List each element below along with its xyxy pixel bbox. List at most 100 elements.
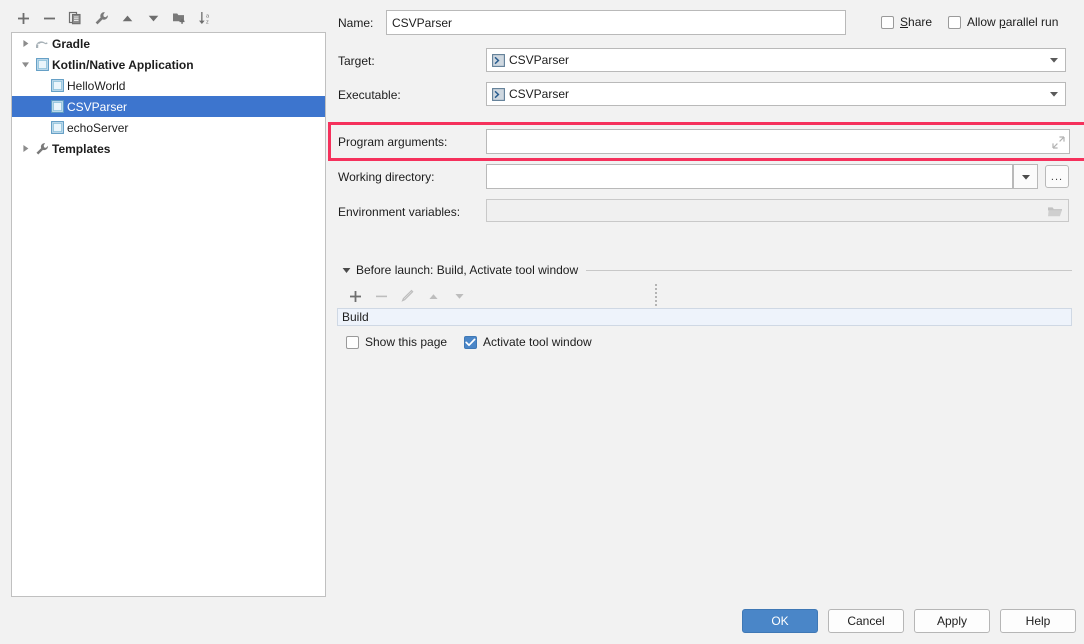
configurations-tree[interactable]: Gradle Kotlin/Native Application HelloWorl… (11, 32, 326, 597)
edit-templates-button[interactable] (88, 7, 114, 29)
working-directory-browse-button[interactable]: ... (1045, 165, 1069, 188)
tree-item-label: echoServer (67, 120, 129, 135)
console-icon (48, 79, 66, 92)
tree-item-kotlin-native-application[interactable]: Kotlin/Native Application (12, 54, 325, 75)
add-task-button[interactable] (342, 285, 368, 307)
copy-configuration-button[interactable] (62, 7, 88, 29)
executable-label: Executable: (338, 88, 401, 102)
environment-variables-label: Environment variables: (338, 205, 461, 219)
working-directory-dropdown-button[interactable] (1013, 164, 1038, 189)
before-launch-toolbar (342, 285, 472, 307)
add-configuration-button[interactable] (10, 7, 36, 29)
plus-icon (17, 12, 29, 24)
arrow-up-icon (122, 15, 132, 21)
dialog-button-bar: OK Cancel Apply Help (742, 609, 1076, 633)
environment-variables-input[interactable] (486, 199, 1069, 222)
chevron-right-icon (22, 40, 28, 47)
remove-configuration-button[interactable] (36, 7, 62, 29)
console-icon (35, 58, 49, 71)
svg-text:z: z (206, 20, 209, 25)
environment-variables-browse-button[interactable] (1046, 203, 1064, 219)
cancel-button[interactable]: Cancel (828, 609, 904, 633)
share-checkbox[interactable]: Share (881, 15, 932, 29)
console-icon (48, 121, 66, 134)
tree-item-echoserver[interactable]: echoServer (12, 117, 325, 138)
target-combobox[interactable]: CSVParser (486, 48, 1066, 72)
console-icon (50, 121, 64, 134)
sort-configurations-button[interactable]: a z (192, 7, 218, 29)
folder-icon (1048, 206, 1062, 216)
chevron-down-icon (1021, 174, 1030, 180)
console-icon (50, 100, 64, 113)
console-icon (50, 79, 64, 92)
program-arguments-expand-button[interactable] (1050, 134, 1066, 150)
before-launch-title: Before launch: Build, Activate tool wind… (356, 263, 579, 277)
show-this-page-checkbox[interactable]: Show this page (346, 335, 447, 349)
move-down-button[interactable] (140, 7, 166, 29)
arrow-down-icon (454, 293, 464, 299)
ok-button[interactable]: OK (742, 609, 818, 633)
activate-tool-window-checkbox-box[interactable] (464, 335, 477, 349)
program-arguments-label: Program arguments: (338, 135, 448, 149)
task-down-button (446, 285, 472, 307)
configurations-toolbar: a z (10, 7, 320, 29)
before-launch-separator (586, 269, 1072, 271)
allow-parallel-run-checkbox-box[interactable] (948, 15, 961, 29)
working-directory-input[interactable] (486, 164, 1013, 189)
tree-item-csvparser[interactable]: CSVParser (12, 96, 325, 117)
target-label: Target: (338, 54, 375, 68)
show-this-page-label: Show this page (365, 335, 448, 349)
apply-button[interactable]: Apply (914, 609, 990, 633)
console-icon (492, 87, 505, 101)
tree-item-templates[interactable]: Templates (12, 138, 325, 159)
tree-item-gradle[interactable]: Gradle (12, 33, 325, 54)
help-button[interactable]: Help (1000, 609, 1076, 633)
allow-parallel-run-checkbox[interactable]: Allow parallel run (948, 15, 1058, 29)
pencil-icon (401, 289, 414, 302)
tree-item-label: CSVParser (67, 99, 128, 114)
svg-text:a: a (206, 13, 210, 19)
name-label: Name: (338, 16, 374, 30)
plus-icon (349, 290, 361, 302)
move-up-button[interactable] (114, 7, 140, 29)
tree-expander[interactable] (18, 61, 33, 69)
tree-item-label: Gradle (52, 36, 91, 51)
console-icon (48, 100, 66, 113)
chevron-down-icon (1050, 92, 1058, 97)
chevron-down-icon (1050, 58, 1058, 63)
move-into-folder-button[interactable] (166, 7, 192, 29)
copy-icon (68, 11, 81, 25)
activate-tool-window-checkbox[interactable]: Activate tool window (464, 335, 592, 349)
executable-dropdown-arrow[interactable] (1043, 90, 1065, 98)
tree-expander[interactable] (18, 144, 33, 153)
wrench-icon (36, 142, 48, 155)
executable-combobox[interactable]: CSVParser (486, 82, 1066, 106)
checkmark-icon (465, 338, 476, 346)
tree-expander[interactable] (18, 39, 33, 48)
share-label: Share (900, 15, 933, 29)
console-icon (33, 58, 51, 71)
arrow-up-icon (428, 293, 438, 299)
show-this-page-checkbox-box[interactable] (346, 335, 359, 349)
tree-item-label: Kotlin/Native Application (52, 57, 194, 72)
list-item: Build (342, 310, 369, 324)
target-dropdown-arrow[interactable] (1043, 56, 1065, 64)
arrow-down-icon (148, 15, 158, 21)
before-launch-task-list[interactable]: Build (337, 308, 1072, 326)
allow-parallel-run-label: Allow parallel run (967, 15, 1059, 29)
chevron-right-icon (22, 145, 28, 152)
gradle-icon (36, 40, 48, 48)
executable-value: CSVParser (509, 87, 570, 101)
tree-item-label: HelloWorld (67, 78, 126, 93)
before-launch-expander[interactable] (342, 267, 356, 274)
target-value: CSVParser (509, 53, 570, 67)
tree-item-helloworld[interactable]: HelloWorld (12, 75, 325, 96)
share-checkbox-box[interactable] (881, 15, 894, 29)
name-input[interactable] (386, 10, 846, 35)
minus-icon (375, 295, 387, 297)
gradle-icon (33, 38, 51, 50)
program-arguments-input[interactable] (486, 129, 1070, 154)
chevron-down-icon (22, 61, 29, 67)
console-icon (492, 53, 505, 67)
wrench-icon (95, 11, 108, 24)
